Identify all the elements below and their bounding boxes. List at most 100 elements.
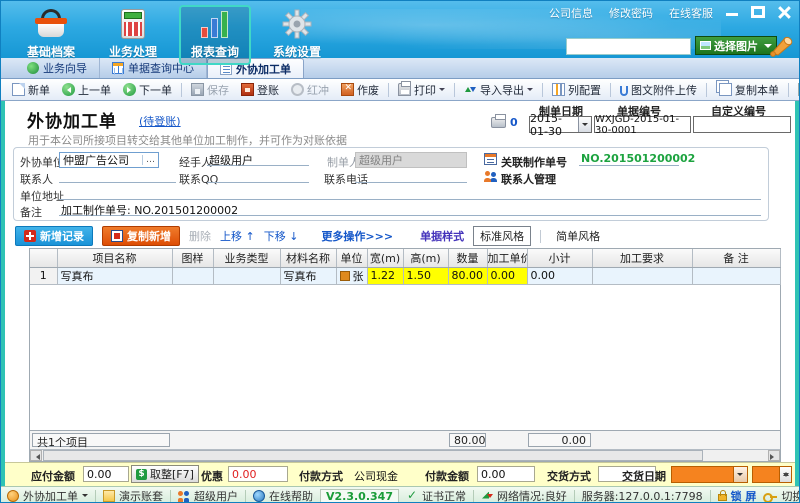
col-remark[interactable]: 备 注 [692, 249, 780, 267]
cell-material[interactable]: 写真布 [280, 267, 336, 284]
doc-menu-button[interactable]: 外协加工单 [7, 488, 88, 503]
scroll-left-icon[interactable] [30, 450, 42, 461]
col-pattern[interactable]: 图样 [172, 249, 213, 267]
print-count-button[interactable]: 0 [491, 116, 518, 129]
col-unit[interactable]: 单位 [336, 249, 367, 267]
related-doc-no[interactable]: NO.201501200002 [579, 152, 679, 166]
cell-unit-price[interactable]: 0.00 [487, 267, 527, 284]
cell-width[interactable]: 1.22 [367, 267, 403, 284]
col-biz-type[interactable]: 业务类型 [213, 249, 280, 267]
move-up-link[interactable]: 上移 ↑ [220, 228, 255, 244]
lock-screen-button[interactable]: 锁 屏 [718, 488, 757, 503]
online-service-link[interactable]: 在线客服 [669, 5, 713, 21]
more-ops-link[interactable]: 更多操作>>> [321, 228, 393, 244]
pending-post-link[interactable]: (待登账) [139, 113, 181, 129]
col-qty[interactable]: 数量 [448, 249, 487, 267]
handler-field[interactable]: 超级用户 [207, 152, 309, 166]
qq-field[interactable] [207, 169, 309, 183]
style-simple-option[interactable]: 简单风格 [550, 227, 606, 245]
cell-qty[interactable]: 80.00 [448, 267, 487, 284]
minimize-button[interactable] [725, 6, 739, 18]
coin-icon [7, 490, 19, 502]
add-record-button[interactable]: 新增记录 [15, 226, 93, 246]
cell-pattern[interactable] [172, 267, 213, 284]
nav-item-settings[interactable]: 系统设置 [261, 5, 333, 65]
paste-screenshot-button[interactable]: 粘贴截图 [793, 80, 800, 100]
current-user-item[interactable]: 超级用户 [178, 488, 238, 503]
red-flush-button[interactable]: 红冲 [286, 80, 334, 100]
col-requirement[interactable]: 加工要求 [592, 249, 692, 267]
contact-manager-link[interactable]: 联系人管理 [501, 171, 556, 187]
account-set-item[interactable]: 演示账套 [103, 488, 163, 503]
discount-field[interactable]: 0.00 [228, 466, 288, 482]
col-unit-price[interactable]: 加工单价 [487, 249, 527, 267]
cell-height[interactable]: 1.50 [403, 267, 448, 284]
printer-icon [398, 83, 411, 96]
copy-add-button[interactable]: 复制新增 [102, 226, 180, 246]
cell-biz-type[interactable] [213, 267, 280, 284]
new-doc-button[interactable]: 新单 [7, 80, 55, 100]
import-export-button[interactable]: 导入导出 [459, 80, 538, 100]
chevron-down-icon[interactable] [733, 467, 747, 482]
switch-user-button[interactable]: 切换用户 [763, 488, 800, 503]
round-button[interactable]: $ 取整[F7] [131, 465, 199, 483]
contact-field[interactable] [59, 169, 176, 183]
attachment-upload-button[interactable]: 图文附件上传 [615, 80, 702, 100]
cell-subtotal[interactable]: 0.00 [527, 267, 592, 284]
col-width[interactable]: 宽(m) [367, 249, 403, 267]
address-field[interactable] [59, 186, 761, 200]
prev-doc-button[interactable]: 上一单 [57, 80, 116, 100]
note-field[interactable]: 加工制作单号: NO.201501200002 [59, 202, 761, 216]
image-path-input[interactable] [566, 38, 691, 55]
save-button[interactable]: 保存 [186, 80, 234, 100]
cell-requirement[interactable] [592, 267, 692, 284]
post-account-button[interactable]: 登账 [236, 80, 284, 100]
cell-remark[interactable] [692, 267, 780, 284]
nav-item-reports[interactable]: 报表查询 [179, 5, 251, 65]
nav-item-business[interactable]: 业务处理 [97, 5, 169, 65]
horizontal-scrollbar[interactable] [30, 449, 780, 461]
change-password-link[interactable]: 修改密码 [609, 5, 653, 21]
col-rownum[interactable] [30, 249, 57, 267]
grid-summary-row: 共1个项目 80.00 0.00 [30, 430, 780, 449]
nav-item-base-files[interactable]: 基础档案 [15, 5, 87, 65]
chevron-down-icon[interactable] [578, 117, 591, 132]
delivery-date-select[interactable] [671, 466, 748, 483]
scrollbar-thumb[interactable] [43, 450, 703, 461]
phone-field[interactable] [355, 169, 467, 183]
void-button[interactable]: 作废 [336, 80, 384, 100]
delivery-date-stepper[interactable] [752, 466, 792, 483]
vendor-lookup-button[interactable]: … [142, 155, 158, 165]
scroll-right-icon[interactable] [768, 450, 780, 461]
arrow-right-icon [123, 83, 136, 96]
doc-no-field[interactable]: WXJGD-2015-01-30-0001 [594, 116, 691, 133]
make-date-select[interactable]: 2015-01-30 [529, 116, 592, 133]
cell-unit[interactable]: 张 [336, 267, 367, 284]
cell-rownum[interactable]: 1 [30, 267, 57, 284]
discount-label: 优惠 [201, 468, 223, 484]
paid-field[interactable]: 0.00 [477, 466, 535, 482]
cell-project-name[interactable]: 写真布 [57, 267, 172, 284]
maximize-button[interactable] [751, 6, 765, 18]
col-material[interactable]: 材料名称 [280, 249, 336, 267]
vendor-field[interactable]: 仲盟广告公司 … [59, 152, 159, 168]
column-config-button[interactable]: 列配置 [547, 80, 606, 100]
close-button[interactable] [777, 6, 791, 18]
stepper-arrows-icon[interactable] [779, 467, 791, 482]
col-subtotal[interactable]: 小计 [527, 249, 592, 267]
online-help-link[interactable]: 在线帮助 [253, 488, 313, 503]
style-standard-option[interactable]: 标准风格 [473, 226, 531, 246]
custom-no-field[interactable] [693, 116, 791, 133]
next-doc-button[interactable]: 下一单 [118, 80, 177, 100]
pay-method-field[interactable]: 公司现金 [350, 466, 412, 482]
copy-doc-button[interactable]: 复制本单 [711, 80, 784, 100]
payable-field[interactable]: 0.00 [83, 466, 129, 482]
horn-icon[interactable] [769, 33, 795, 61]
col-height[interactable]: 高(m) [403, 249, 448, 267]
col-project-name[interactable]: 项目名称 [57, 249, 172, 267]
pick-image-button[interactable]: 选择图片 [695, 36, 777, 55]
move-down-link[interactable]: 下移 ↓ [264, 228, 299, 244]
print-button[interactable]: 打印 [393, 80, 450, 100]
company-info-link[interactable]: 公司信息 [549, 5, 593, 21]
delete-row-link[interactable]: 删除 [189, 228, 211, 244]
